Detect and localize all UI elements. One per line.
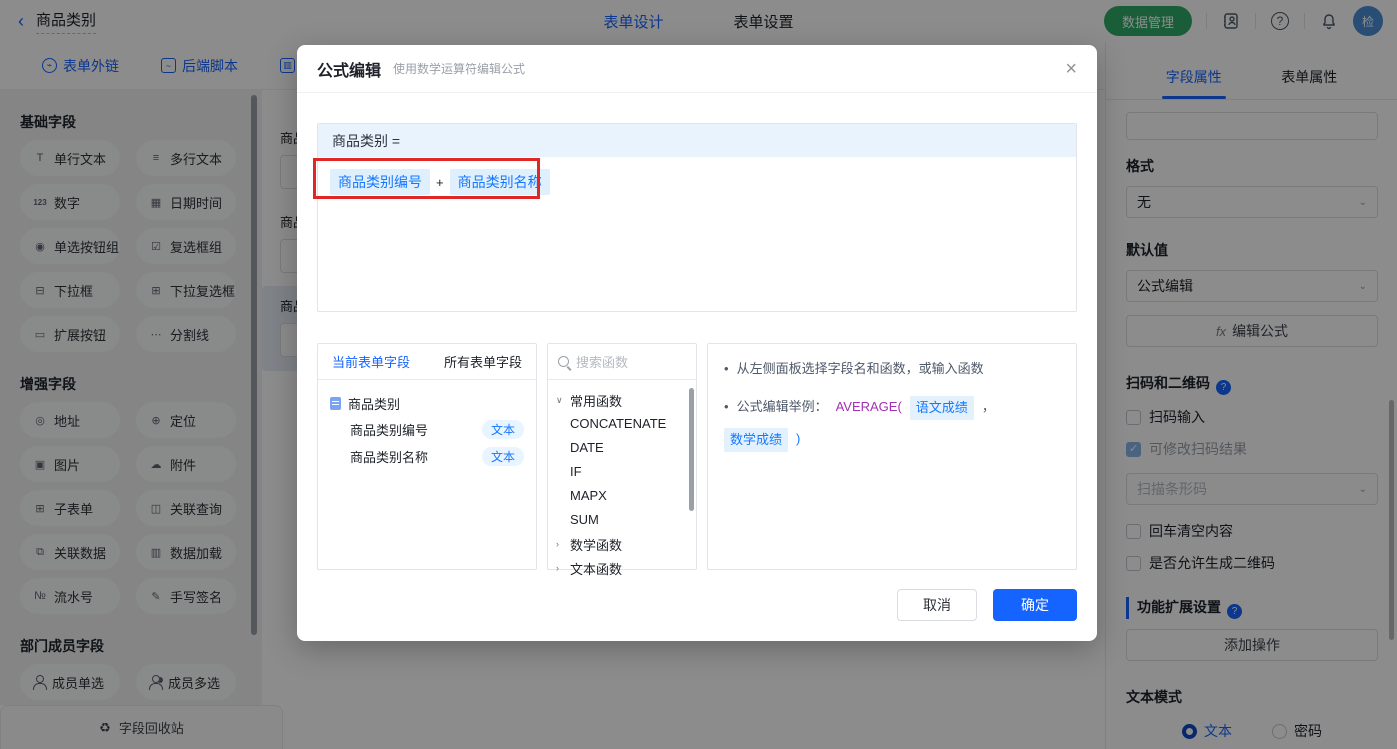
group-common-functions[interactable]: ∨ 常用函数 [548, 388, 696, 412]
document-icon [330, 396, 341, 410]
tip-line-1: • 从左侧面板选择字段名和函数，或输入函数 [724, 361, 984, 376]
type-badge: 文本 [481, 420, 524, 439]
function-concatenate[interactable]: CONCATENATE [548, 412, 696, 436]
modal-title: 公式编辑 [317, 62, 382, 80]
variables-tree: 商品类别 商品类别编号 文本 商品类别名称 文本 [318, 380, 536, 480]
function-sum[interactable]: SUM [548, 508, 696, 532]
chevron-right-icon: › [556, 539, 559, 549]
close-icon[interactable]: × [1065, 59, 1077, 79]
chevron-right-icon: › [556, 563, 559, 573]
confirm-button[interactable]: 确定 [993, 589, 1077, 621]
plus-operator: + [436, 175, 444, 190]
modal-header: 公式编辑 使用数学运算符编辑公式 × [297, 45, 1097, 93]
function-search[interactable]: 搜索函数 [548, 344, 696, 380]
tree-item-name[interactable]: 商品类别名称 文本 [330, 443, 524, 470]
tab-all-form-fields[interactable]: 所有表单字段 [444, 352, 522, 371]
type-badge: 文本 [481, 447, 524, 466]
example-chip-2: 数学成绩 [724, 428, 789, 452]
function-mapx[interactable]: MAPX [548, 484, 696, 508]
modal-footer: 取消 确定 [897, 589, 1077, 621]
formula-editor-box: 商品类别 = 商品类别编号 + 商品类别名称 [317, 123, 1077, 312]
variables-panel: 当前表单字段 所有表单字段 商品类别 商品类别编号 文本 商品类别名称 文本 [317, 343, 537, 570]
example-function-name: AVERAGE( [835, 399, 902, 414]
tip-line-2: • 公式编辑举例： AVERAGE( 语文成绩， 数学成绩) [724, 396, 1060, 452]
example-chip-1: 语文成绩 [909, 396, 974, 420]
tree-root[interactable]: 商品类别 [330, 390, 524, 416]
formula-chip-1[interactable]: 商品类别编号 [330, 169, 430, 195]
function-if[interactable]: IF [548, 460, 696, 484]
group-math-functions[interactable]: › 数学函数 [548, 532, 696, 556]
cancel-button[interactable]: 取消 [897, 589, 977, 621]
tab-current-form-fields[interactable]: 当前表单字段 [332, 352, 410, 371]
tips-panel: • 从左侧面板选择字段名和函数，或输入函数 • 公式编辑举例： AVERAGE( … [707, 343, 1077, 570]
formula-target: 商品类别 = [318, 124, 1076, 157]
chevron-down-icon: ∨ [556, 394, 563, 405]
modal-subtitle: 使用数学运算符编辑公式 [393, 62, 526, 76]
search-icon [558, 356, 569, 367]
search-placeholder: 搜索函数 [576, 355, 629, 370]
formula-chip-2[interactable]: 商品类别名称 [449, 169, 550, 195]
function-list: ∨ 常用函数 CONCATENATE DATE IF MAPX SUM › 数学… [548, 380, 696, 588]
formula-editor-modal: 公式编辑 使用数学运算符编辑公式 × 商品类别 = 商品类别编号 + 商品类别名称 … [297, 45, 1097, 641]
functions-panel: 搜索函数 ∨ 常用函数 CONCATENATE DATE IF MAPX SUM… [547, 343, 697, 577]
formula-expression-area[interactable]: 商品类别编号 + 商品类别名称 [318, 157, 1076, 207]
function-date[interactable]: DATE [548, 436, 696, 460]
group-text-functions[interactable]: › 文本函数 [548, 556, 696, 580]
function-list-scrollbar[interactable] [689, 388, 694, 511]
tree-item-code[interactable]: 商品类别编号 文本 [330, 416, 524, 443]
